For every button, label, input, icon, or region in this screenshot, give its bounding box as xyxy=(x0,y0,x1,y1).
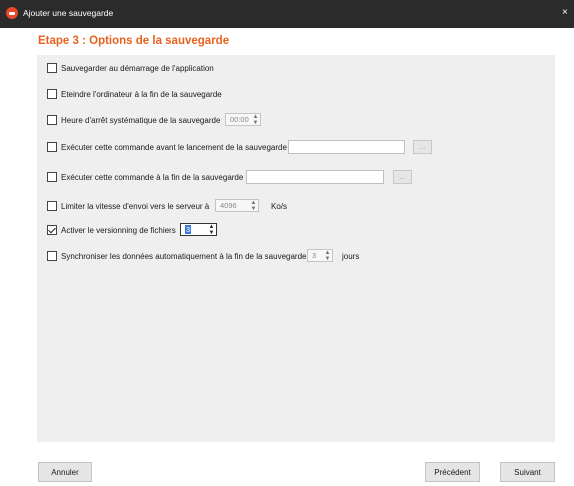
cmd-after-browse-button[interactable]: ... xyxy=(393,170,412,184)
close-icon[interactable]: × xyxy=(562,7,568,19)
window-title: Ajouter une sauvegarde xyxy=(23,8,114,18)
spinner-arrows-icon[interactable]: ▲ ▼ xyxy=(323,250,332,262)
title-bar: Ajouter une sauvegarde × xyxy=(0,0,574,28)
auto-sync-spinner[interactable]: 3 ▲ ▼ xyxy=(307,249,333,262)
versioning-value: 3 xyxy=(185,225,192,234)
cmd-before-browse-button[interactable]: ... xyxy=(413,140,432,154)
speed-limit-unit: Ko/s xyxy=(271,202,288,211)
cmd-after-input[interactable] xyxy=(246,170,384,184)
speed-limit-checkbox[interactable] xyxy=(47,201,57,211)
speed-limit-value: 4096 xyxy=(220,201,237,210)
versioning-checkbox[interactable] xyxy=(47,225,57,235)
spinner-arrows-icon[interactable]: ▲ ▼ xyxy=(207,224,216,236)
next-button[interactable]: Suivant xyxy=(500,462,555,482)
option-cmd-after[interactable]: Exécuter cette commande à la fin de la s… xyxy=(47,170,243,184)
startup-label: Sauvegarder au démarrage de l'applicatio… xyxy=(61,63,214,73)
shutdown-checkbox[interactable] xyxy=(47,89,57,99)
step-title: Etape 3 : Options de la sauvegarde xyxy=(38,35,230,47)
auto-sync-value: 3 xyxy=(312,251,317,260)
stop-time-checkbox[interactable] xyxy=(47,115,57,125)
auto-sync-checkbox[interactable] xyxy=(47,251,57,261)
previous-button[interactable]: Précédent xyxy=(425,462,480,482)
spinner-arrows-icon[interactable]: ▲ ▼ xyxy=(251,114,260,126)
auto-sync-unit: jours xyxy=(342,252,360,261)
speed-limit-spinner[interactable]: 4096 ▲ ▼ xyxy=(215,199,259,212)
app-logo-icon xyxy=(6,7,18,19)
versioning-spinner[interactable]: 3 ▲ ▼ xyxy=(180,223,217,236)
stop-time-spinner[interactable]: 00:00 ▲ ▼ xyxy=(225,113,261,126)
cmd-before-label: Exécuter cette commande avant le lanceme… xyxy=(61,142,287,152)
option-versioning[interactable]: Activer le versionning de fichiers xyxy=(47,223,176,237)
stop-time-value: 00:00 xyxy=(230,115,249,124)
option-cmd-before[interactable]: Exécuter cette commande avant le lanceme… xyxy=(47,140,287,154)
speed-limit-label: Limiter la vitesse d'envoi vers le serve… xyxy=(61,201,210,211)
cmd-before-input[interactable] xyxy=(288,140,405,154)
cancel-button[interactable]: Annuler xyxy=(38,462,92,482)
option-startup[interactable]: Sauvegarder au démarrage de l'applicatio… xyxy=(47,61,214,75)
cmd-after-checkbox[interactable] xyxy=(47,172,57,182)
auto-sync-label: Synchroniser les données automatiquement… xyxy=(61,251,307,261)
option-stop-time[interactable]: Heure d'arrêt systématique de la sauvega… xyxy=(47,113,220,127)
versioning-label: Activer le versionning de fichiers xyxy=(61,225,176,235)
cmd-before-checkbox[interactable] xyxy=(47,142,57,152)
cmd-after-label: Exécuter cette commande à la fin de la s… xyxy=(61,172,244,182)
shutdown-label: Eteindre l'ordinateur à la fin de la sau… xyxy=(61,89,222,99)
stop-time-label: Heure d'arrêt systématique de la sauvega… xyxy=(61,115,221,125)
option-shutdown[interactable]: Eteindre l'ordinateur à la fin de la sau… xyxy=(47,87,222,101)
startup-checkbox[interactable] xyxy=(47,63,57,73)
spinner-arrows-icon[interactable]: ▲ ▼ xyxy=(249,200,258,212)
option-auto-sync[interactable]: Synchroniser les données automatiquement… xyxy=(47,249,307,263)
option-speed-limit[interactable]: Limiter la vitesse d'envoi vers le serve… xyxy=(47,199,209,213)
